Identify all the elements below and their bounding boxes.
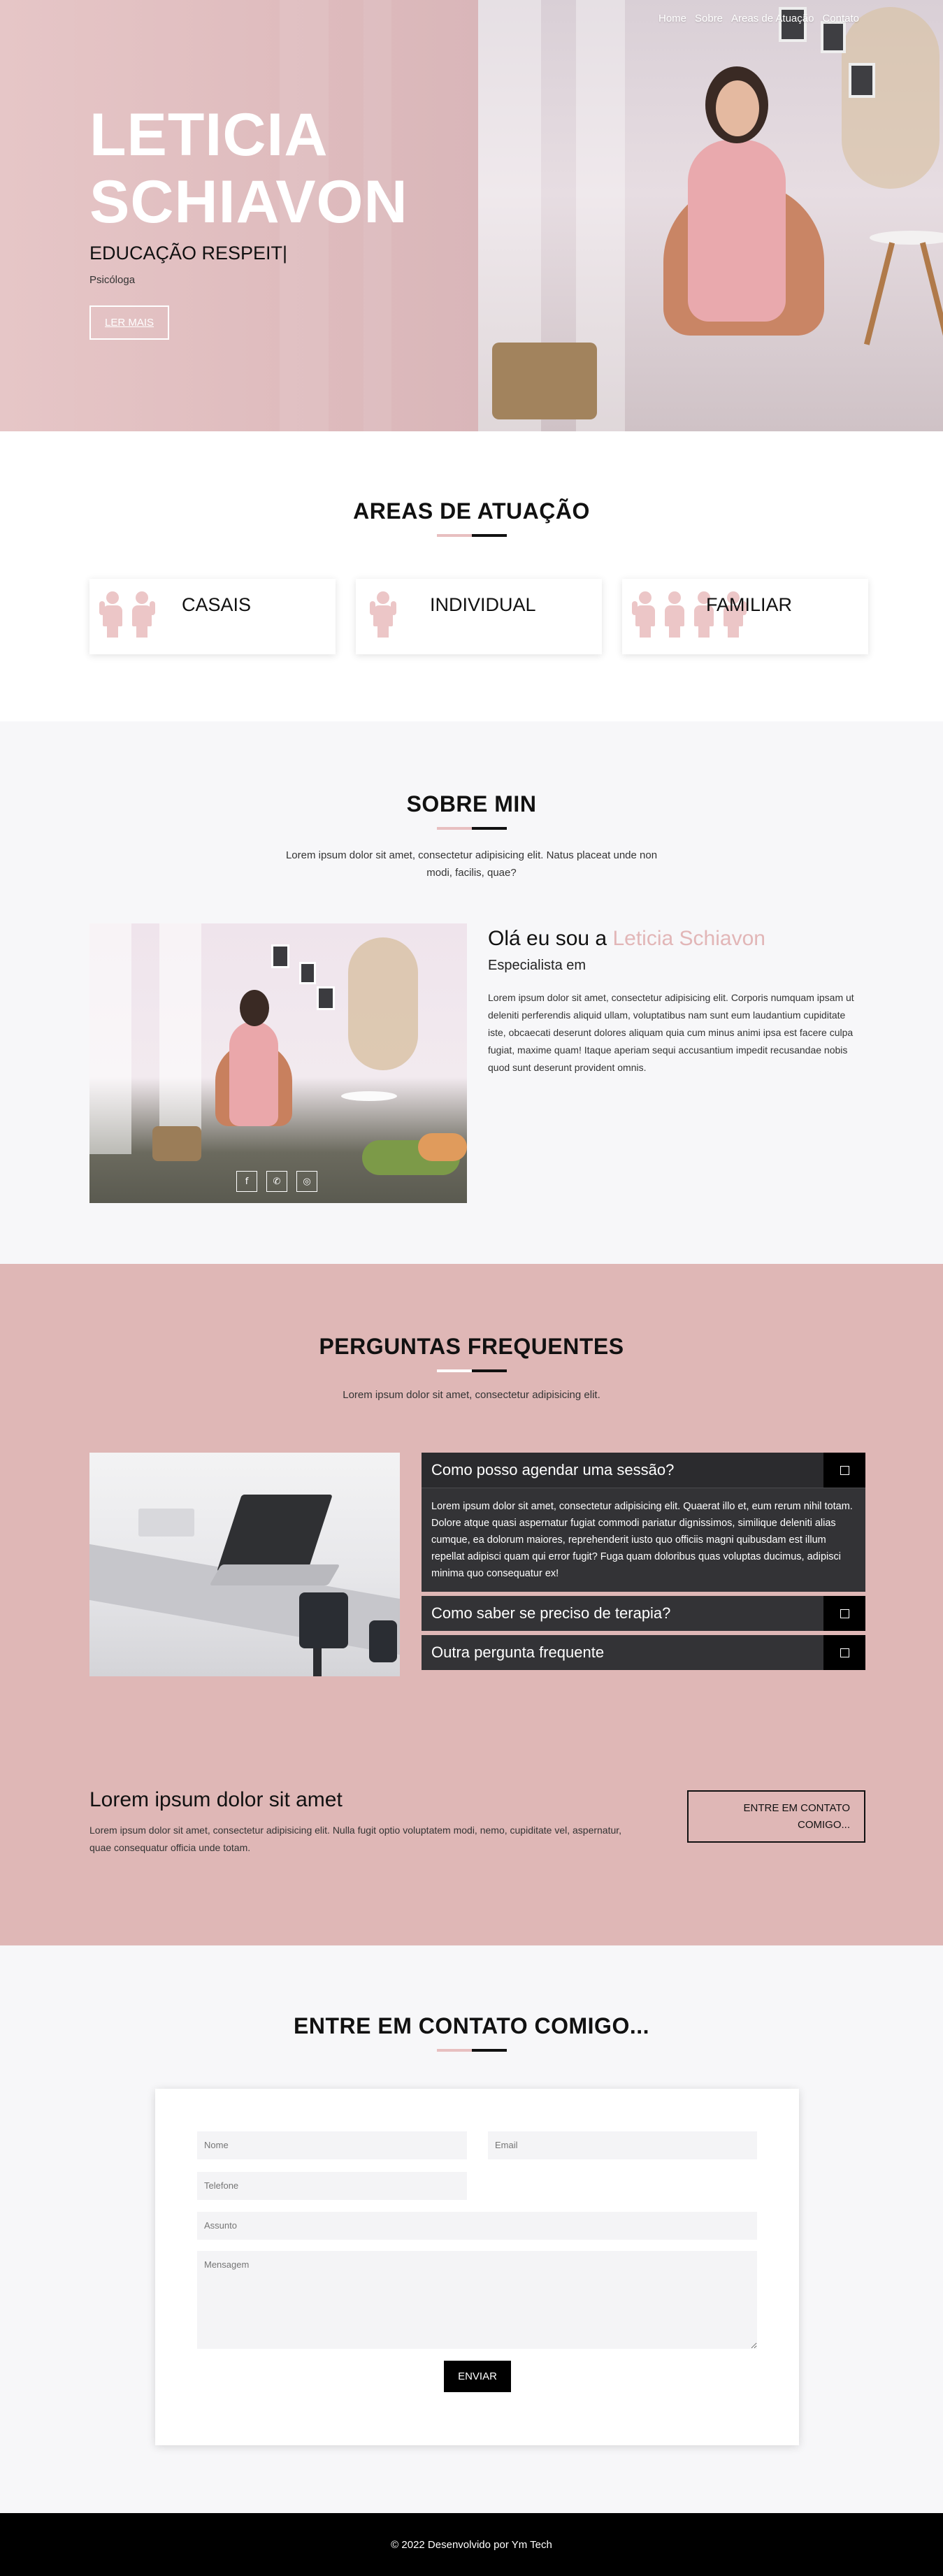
sobre-subtitle: Lorem ipsum dolor sit amet, consectetur … bbox=[285, 849, 658, 879]
faq-subtitle: Lorem ipsum dolor sit amet, consectetur … bbox=[343, 1389, 600, 1401]
sobre-title: SOBRE MIN bbox=[406, 791, 537, 816]
faq-question[interactable]: Outra pergunta frequente bbox=[422, 1635, 865, 1670]
message-field[interactable] bbox=[197, 2251, 757, 2349]
cta-banner: Lorem ipsum dolor sit amet Lorem ipsum d… bbox=[0, 1788, 943, 1872]
name-field[interactable] bbox=[197, 2131, 467, 2159]
contact-title-divider bbox=[436, 2049, 507, 2052]
about-specialty: Especialista em bbox=[488, 958, 586, 973]
area-card-individual[interactable]: INDIVIDUAL bbox=[356, 579, 602, 654]
hero-section: Home Sobre Areas de Atuação Contato LETI… bbox=[0, 0, 943, 431]
areas-title: AREAS DE ATUAÇÃO bbox=[353, 498, 590, 524]
cta-text: Lorem ipsum dolor sit amet, consectetur … bbox=[89, 1825, 622, 1853]
area-card-label: FAMILIAR bbox=[706, 594, 793, 615]
nav-link-contato[interactable]: Contato bbox=[822, 13, 859, 24]
about-paragraph: Lorem ipsum dolor sit amet, consectetur … bbox=[488, 992, 854, 1073]
faq-question[interactable]: Como posso agendar uma sessão? bbox=[422, 1453, 865, 1488]
sobre-section: SOBRE MIN Lorem ipsum dolor sit amet, co… bbox=[0, 721, 943, 1264]
faq-accordion: Como posso agendar uma sessão? Lorem ips… bbox=[422, 1453, 865, 1674]
faq-question-text: Outra pergunta frequente bbox=[431, 1643, 605, 1661]
instagram-icon[interactable]: ◎ bbox=[296, 1171, 317, 1192]
contact-section: ENTRE EM CONTATO COMIGO... ENVIAR bbox=[0, 1945, 943, 2513]
faq-question[interactable]: Como saber se preciso de terapia? bbox=[422, 1596, 865, 1631]
area-card-familiar[interactable]: FAMILIAR bbox=[622, 579, 868, 654]
cta-button-line2: COMIGO... bbox=[798, 1819, 850, 1831]
whatsapp-icon[interactable]: ✆ bbox=[266, 1171, 287, 1192]
cta-button-line1: ENTRE EM CONTATO bbox=[743, 1802, 850, 1814]
nav-link-home[interactable]: Home bbox=[658, 13, 686, 24]
faq-photo bbox=[89, 1453, 400, 1676]
hero-photo bbox=[478, 0, 943, 431]
person-icon bbox=[370, 591, 396, 638]
read-more-button[interactable]: LER MAIS bbox=[89, 305, 170, 340]
area-card-label: CASAIS bbox=[182, 594, 252, 615]
faq-title-divider bbox=[436, 1369, 507, 1372]
cta-title: Lorem ipsum dolor sit amet bbox=[89, 1788, 343, 1811]
hero-role: Psicóloga bbox=[89, 274, 136, 286]
toggle-icon[interactable] bbox=[823, 1596, 865, 1631]
email-field[interactable] bbox=[488, 2131, 757, 2159]
about-name: Leticia Schiavon bbox=[612, 927, 765, 950]
toggle-icon[interactable] bbox=[823, 1635, 865, 1670]
hero-title-line1: LETICIA bbox=[89, 101, 329, 168]
faq-question-text: Como saber se preciso de terapia? bbox=[431, 1604, 671, 1622]
footer-text: © 2022 Desenvolvido por Ym Tech bbox=[391, 2538, 552, 2551]
faq-question-text: Como posso agendar uma sessão? bbox=[431, 1461, 675, 1478]
hero-text: LETICIA SCHIAVON EDUCAÇÃO RESPEIT| Psicó… bbox=[89, 101, 408, 340]
hero-title: LETICIA SCHIAVON bbox=[89, 101, 408, 236]
nav-link-sobre[interactable]: Sobre bbox=[695, 13, 723, 24]
hero-title-line2: SCHIAVON bbox=[89, 168, 408, 236]
couple-icon bbox=[99, 591, 155, 638]
about-greeting: Olá eu sou a bbox=[488, 927, 607, 950]
faq-answer: Lorem ipsum dolor sit amet, consectetur … bbox=[422, 1488, 865, 1592]
faq-item: Como saber se preciso de terapia? bbox=[422, 1596, 865, 1631]
areas-title-divider bbox=[436, 534, 507, 537]
facebook-icon[interactable]: f bbox=[236, 1171, 257, 1192]
areas-section: AREAS DE ATUAÇÃO CASAIS INDIVIDUAL FAMIL… bbox=[0, 431, 943, 721]
about-social-links: f ✆ ◎ bbox=[236, 1171, 317, 1192]
contact-title: ENTRE EM CONTATO COMIGO... bbox=[294, 2013, 649, 2038]
about-text: Olá eu sou a Leticia Schiavon Especialis… bbox=[488, 927, 865, 1077]
main-nav: Home Sobre Areas de Atuação Contato bbox=[658, 13, 859, 24]
sobre-title-divider bbox=[436, 827, 507, 830]
faq-section: PERGUNTAS FREQUENTES Lorem ipsum dolor s… bbox=[0, 1264, 943, 1945]
area-card-label: INDIVIDUAL bbox=[430, 594, 536, 615]
faq-item: Como posso agendar uma sessão? Lorem ips… bbox=[422, 1453, 865, 1592]
contact-form: ENVIAR bbox=[155, 2089, 799, 2445]
footer: © 2022 Desenvolvido por Ym Tech bbox=[0, 2513, 943, 2576]
contact-me-button[interactable]: ENTRE EM CONTATO COMIGO... bbox=[687, 1790, 865, 1843]
phone-field[interactable] bbox=[197, 2172, 467, 2200]
subject-field[interactable] bbox=[197, 2212, 757, 2240]
faq-title: PERGUNTAS FREQUENTES bbox=[319, 1334, 624, 1359]
hero-typing-text: EDUCAÇÃO RESPEIT| bbox=[89, 243, 288, 264]
toggle-icon[interactable] bbox=[823, 1453, 865, 1488]
about-photo: f ✆ ◎ bbox=[89, 923, 467, 1203]
about-heading: Olá eu sou a Leticia Schiavon bbox=[488, 927, 865, 951]
send-button[interactable]: ENVIAR bbox=[444, 2361, 511, 2392]
area-card-casais[interactable]: CASAIS bbox=[89, 579, 336, 654]
faq-item: Outra pergunta frequente bbox=[422, 1635, 865, 1670]
nav-link-areas[interactable]: Areas de Atuação bbox=[731, 13, 814, 24]
